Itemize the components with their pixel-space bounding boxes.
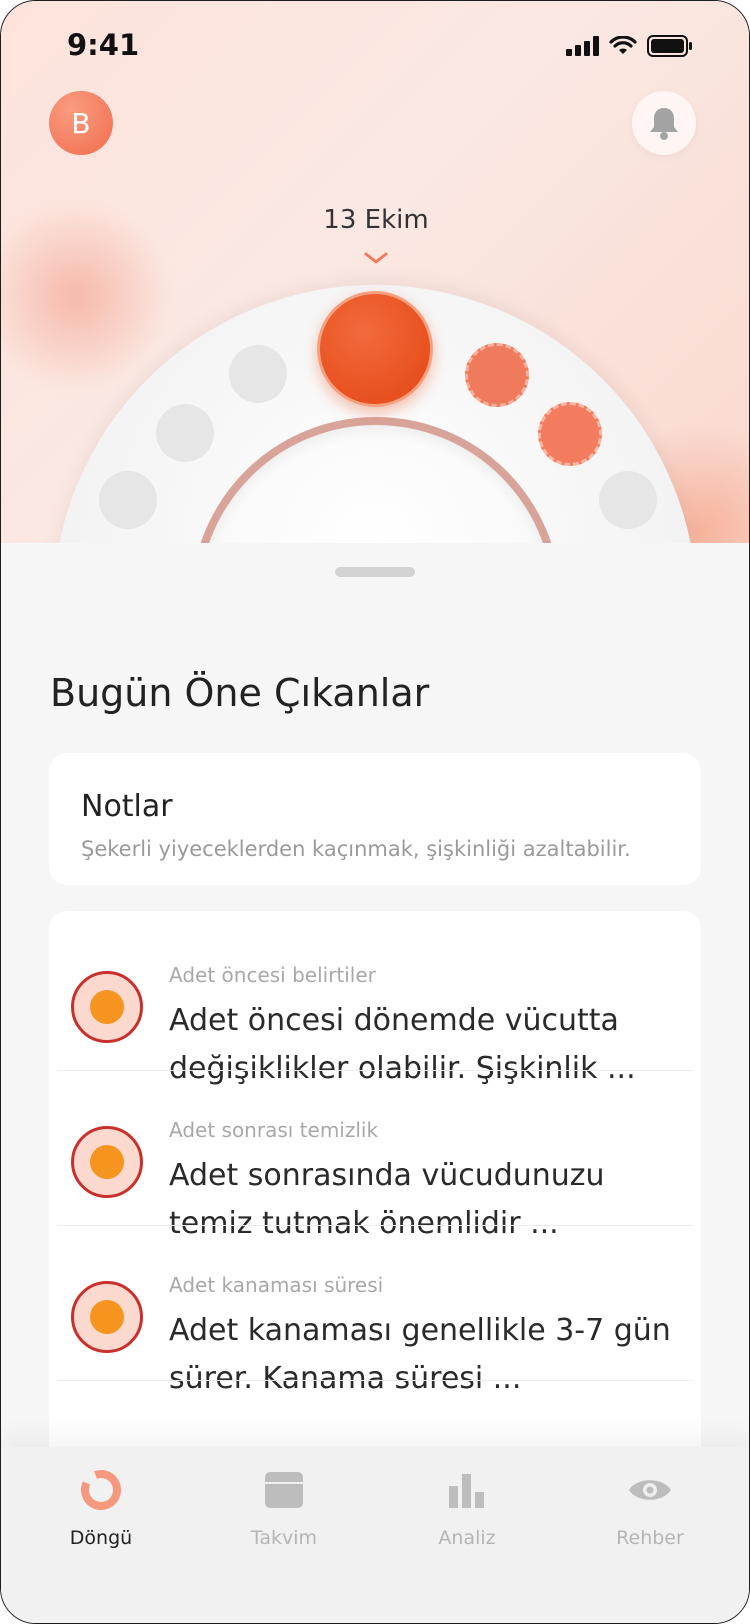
calendar-icon (265, 1472, 303, 1508)
highlights-list: Adet öncesi belirtiler Adet öncesi dönem… (49, 911, 701, 1471)
tab-label: Döngü (69, 1527, 133, 1549)
tab-dongu[interactable]: Döngü (41, 1467, 161, 1549)
list-item[interactable]: Adet öncesi belirtiler Adet öncesi dönem… (49, 911, 701, 1086)
item-category: Adet sonrası temizlik (169, 1118, 379, 1142)
period-icon (71, 1126, 143, 1198)
status-icons (566, 35, 693, 57)
cycle-day-today[interactable] (317, 291, 433, 407)
period-icon (71, 1281, 143, 1353)
cycle-day-dot[interactable] (229, 345, 287, 403)
signal-icon (566, 36, 599, 56)
cycle-icon (81, 1470, 121, 1510)
notes-card[interactable]: Notlar Şekerli yiyeceklerden kaçınmak, ş… (49, 753, 701, 885)
item-text: Adet kanaması genellikle 3-7 gün sürer. … (169, 1313, 671, 1396)
tab-bar: Döngü Takvim Analiz Rehber (1, 1447, 749, 1623)
cycle-day-dot[interactable] (99, 471, 157, 529)
status-time: 9:41 (67, 28, 140, 62)
avatar-initial: B (71, 106, 91, 140)
tab-takvim[interactable]: Takvim (224, 1467, 344, 1549)
period-icon (71, 971, 143, 1043)
divider (57, 1380, 693, 1381)
cycle-day-predicted[interactable] (465, 343, 529, 407)
cycle-day-dot[interactable] (599, 471, 657, 529)
list-item[interactable]: Adet sonrası temizlik Adet sonrasında vü… (49, 1066, 701, 1241)
notes-text: Şekerli yiyeceklerden kaçınmak, şişkinli… (81, 837, 631, 861)
chevron-down-icon (364, 252, 388, 264)
item-category: Adet öncesi belirtiler (169, 963, 376, 987)
phone-frame: 9:41 B 13 Ekim Bugün Öne Çıkanlar Notlar… (0, 0, 750, 1624)
notes-title: Notlar (81, 789, 173, 824)
tab-analiz[interactable]: Analiz (407, 1467, 527, 1549)
tab-label: Takvim (250, 1527, 318, 1549)
cycle-day-predicted[interactable] (538, 402, 602, 466)
cycle-hero: 9:41 B 13 Ekim (1, 1, 749, 543)
section-title: Bugün Öne Çıkanlar (50, 671, 430, 715)
status-bar: 9:41 (1, 1, 749, 91)
tab-rehber[interactable]: Rehber (590, 1467, 710, 1549)
item-category: Adet kanaması süresi (169, 1273, 384, 1297)
notification-button[interactable] (632, 91, 696, 155)
bar-chart-icon (449, 1474, 484, 1508)
sheet-grabber[interactable] (335, 567, 415, 577)
avatar[interactable]: B (49, 91, 113, 155)
battery-icon (647, 35, 692, 57)
bell-icon (650, 108, 678, 140)
wifi-icon (609, 36, 637, 54)
tab-label: Rehber (616, 1527, 684, 1549)
eye-icon (629, 1480, 671, 1500)
list-item[interactable]: Adet kanaması süresi Adet kanaması genel… (49, 1221, 701, 1396)
cycle-day-dot[interactable] (156, 404, 214, 462)
selected-date: 13 Ekim (323, 205, 429, 235)
tab-label: Analiz (438, 1527, 496, 1549)
